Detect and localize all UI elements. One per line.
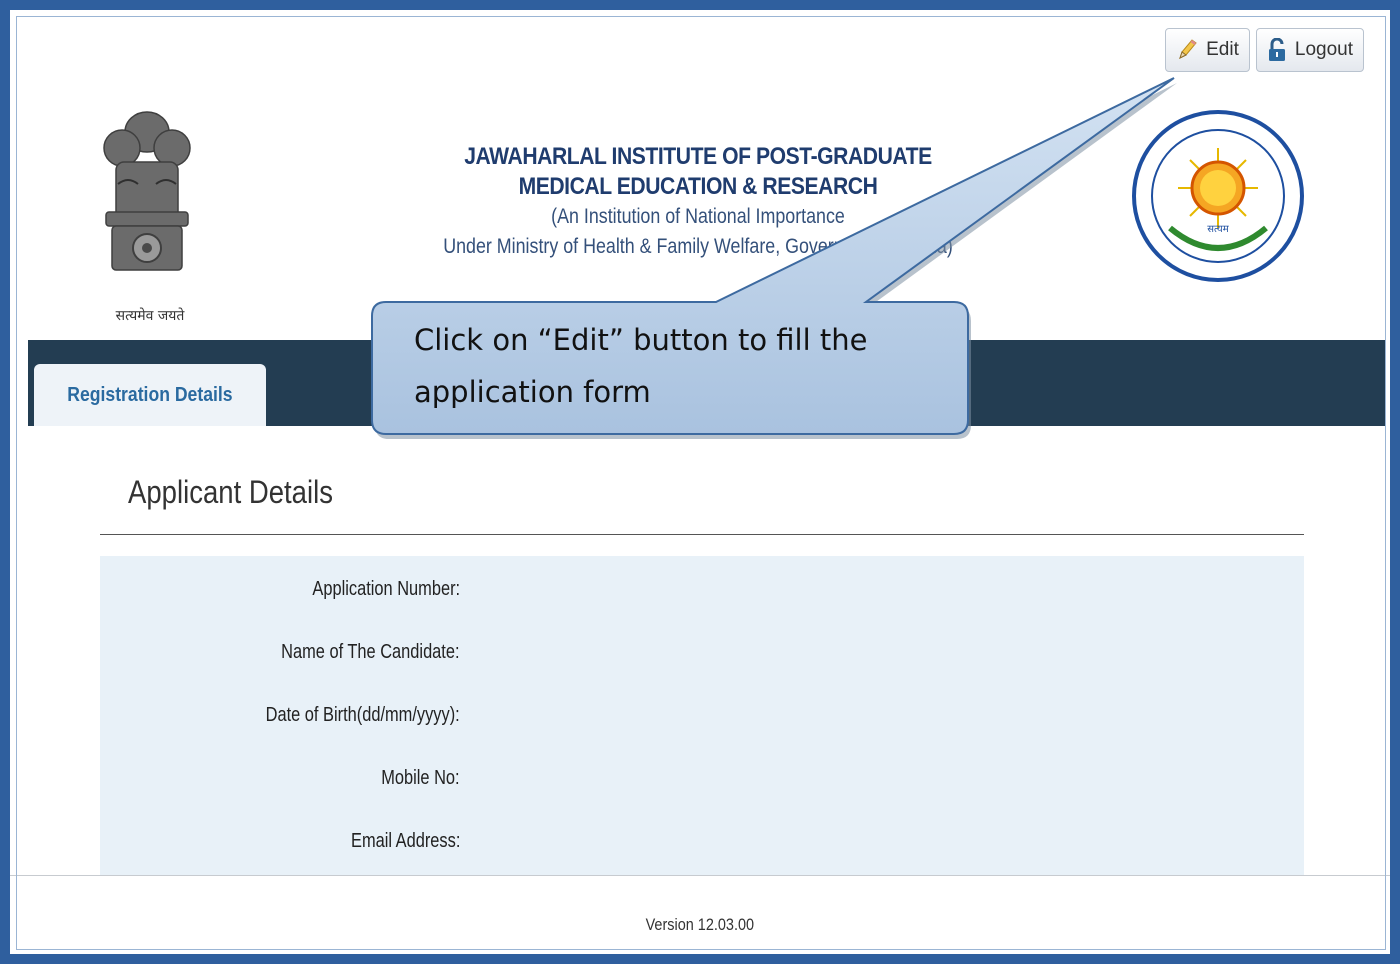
logout-button-label: Logout <box>1294 39 1353 60</box>
field-row-email: Email Address: <box>100 830 460 853</box>
callout-text: Click on “Edit” button to fill the appli… <box>414 323 868 409</box>
institute-header: सत्यमेव जयते JAWAHARLAL INSTITUTE OF POS… <box>28 80 1386 340</box>
institute-name-line1: JAWAHARLAL INSTITUTE OF POST-GRADUATE <box>464 143 932 170</box>
institute-subtitle-line1: (An Institution of National Importance <box>551 205 845 228</box>
applicant-details-panel: Application Number: Name of The Candidat… <box>100 556 1304 876</box>
svg-text:सत्यम: सत्यम <box>1207 224 1229 235</box>
top-toolbar: Edit Logout <box>1165 28 1364 72</box>
state-emblem-icon <box>103 111 191 271</box>
institute-subtitle-line2: Under Ministry of Health & Family Welfar… <box>443 235 953 258</box>
version-label: Version 12.03.00 <box>645 915 755 934</box>
logout-button[interactable]: Logout <box>1255 28 1364 72</box>
institute-name-line2: MEDICAL EDUCATION & RESEARCH <box>518 173 878 200</box>
field-row-application-number: Application Number: <box>100 578 460 601</box>
tab-registration-details[interactable]: Registration Details <box>34 364 266 426</box>
field-row-mobile: Mobile No: <box>100 767 460 790</box>
field-row-date-of-birth: Date of Birth(dd/mm/yyyy): <box>100 704 460 727</box>
institute-title-block: JAWAHARLAL INSTITUTE OF POST-GRADUATE ME… <box>368 142 1028 262</box>
footer-divider <box>10 875 1390 876</box>
field-label: Name of The Candidate: <box>281 641 460 663</box>
main-content: Applicant Details Application Number: Na… <box>28 426 1386 876</box>
field-label: Email Address: <box>350 830 460 852</box>
field-row-candidate-name: Name of The Candidate: <box>100 641 460 664</box>
edit-button[interactable]: Edit <box>1165 28 1250 72</box>
pencil-icon <box>1179 39 1197 59</box>
unlock-icon <box>1268 38 1285 61</box>
tab-label: Registration Details <box>67 383 233 406</box>
field-label: Date of Birth(dd/mm/yyyy): <box>265 704 460 726</box>
footer-version: Version 12.03.00 <box>0 915 1400 935</box>
section-title: Applicant Details <box>128 474 333 510</box>
field-label: Application Number: <box>312 578 460 600</box>
edit-button-label: Edit <box>1206 39 1239 60</box>
emblem-motto: सत्यमेव जयते <box>115 308 185 324</box>
field-label: Mobile No: <box>381 767 460 789</box>
institute-seal-icon: सत्यम <box>1132 110 1304 282</box>
section-divider <box>100 534 1304 535</box>
